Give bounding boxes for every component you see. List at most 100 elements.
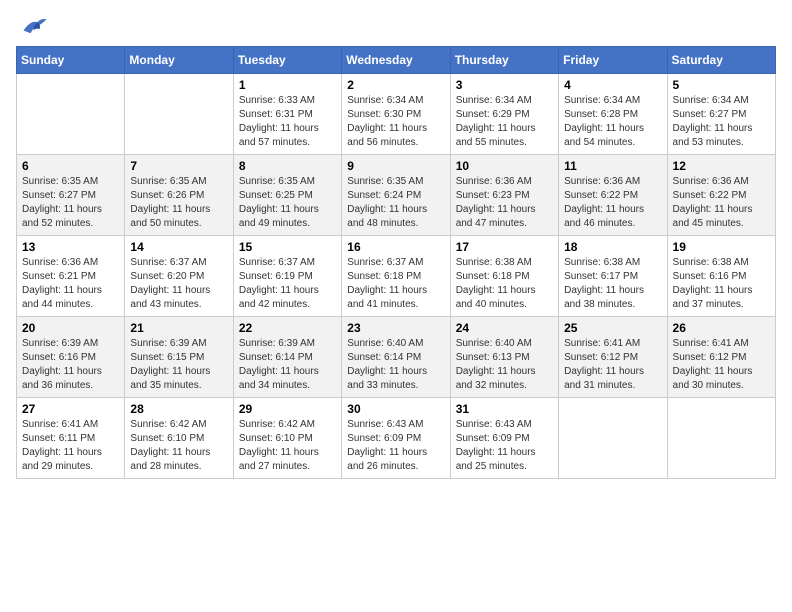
day-info: Sunrise: 6:35 AMSunset: 6:26 PMDaylight:… (130, 175, 227, 231)
day-info: Sunrise: 6:37 AMSunset: 6:20 PMDaylight:… (130, 256, 227, 312)
day-number: 28 (130, 402, 227, 416)
day-number: 5 (673, 78, 770, 92)
calendar-cell: 30 Sunrise: 6:43 AMSunset: 6:09 PMDayligh… (342, 398, 450, 479)
calendar-week-3: 13 Sunrise: 6:36 AMSunset: 6:21 PMDayligh… (17, 236, 776, 317)
day-info: Sunrise: 6:40 AMSunset: 6:13 PMDaylight:… (456, 337, 553, 393)
day-info: Sunrise: 6:42 AMSunset: 6:10 PMDaylight:… (239, 418, 336, 474)
calendar-cell: 10Sunrise: 6:36 AMSunset: 6:23 PMDayligh… (450, 155, 558, 236)
calendar-cell (559, 398, 667, 479)
day-number: 20 (22, 321, 119, 335)
day-info: Sunrise: 6:42 AMSunset: 6:10 PMDaylight:… (130, 418, 227, 474)
day-info: Sunrise: 6:35 AMSunset: 6:27 PMDaylight:… (22, 175, 119, 231)
day-info: Sunrise: 6:36 AMSunset: 6:21 PMDaylight:… (22, 256, 119, 312)
calendar-cell (17, 74, 125, 155)
day-number: 21 (130, 321, 227, 335)
day-number: 16 (347, 240, 444, 254)
calendar-week-2: 6 Sunrise: 6:35 AMSunset: 6:27 PMDaylight… (17, 155, 776, 236)
day-number: 4 (564, 78, 661, 92)
day-info: Sunrise: 6:34 AMSunset: 6:28 PMDaylight:… (564, 94, 661, 150)
calendar-cell: 17 Sunrise: 6:38 AMSunset: 6:18 PMDayligh… (450, 236, 558, 317)
day-number: 7 (130, 159, 227, 173)
calendar-cell: 4 Sunrise: 6:34 AMSunset: 6:28 PMDaylight… (559, 74, 667, 155)
day-number: 18 (564, 240, 661, 254)
calendar-cell: 26Sunrise: 6:41 AMSunset: 6:12 PMDayligh… (667, 317, 775, 398)
day-number: 8 (239, 159, 336, 173)
weekday-header-tuesday: Tuesday (233, 47, 341, 74)
day-info: Sunrise: 6:37 AMSunset: 6:19 PMDaylight:… (239, 256, 336, 312)
day-number: 9 (347, 159, 444, 173)
calendar-cell: 1Sunrise: 6:33 AMSunset: 6:31 PMDaylight… (233, 74, 341, 155)
day-info: Sunrise: 6:35 AMSunset: 6:24 PMDaylight:… (347, 175, 444, 231)
weekday-header-wednesday: Wednesday (342, 47, 450, 74)
day-info: Sunrise: 6:41 AMSunset: 6:11 PMDaylight:… (22, 418, 119, 474)
day-info: Sunrise: 6:43 AMSunset: 6:09 PMDaylight:… (456, 418, 553, 474)
day-info: Sunrise: 6:43 AMSunset: 6:09 PMDaylight:… (347, 418, 444, 474)
day-info: Sunrise: 6:39 AMSunset: 6:15 PMDaylight:… (130, 337, 227, 393)
day-info: Sunrise: 6:41 AMSunset: 6:12 PMDaylight:… (564, 337, 661, 393)
calendar-cell: 12 Sunrise: 6:36 AMSunset: 6:22 PMDayligh… (667, 155, 775, 236)
calendar-header: SundayMondayTuesdayWednesdayThursdayFrid… (17, 47, 776, 74)
day-number: 31 (456, 402, 553, 416)
calendar-cell: 6 Sunrise: 6:35 AMSunset: 6:27 PMDaylight… (17, 155, 125, 236)
calendar-cell: 20Sunrise: 6:39 AMSunset: 6:16 PMDayligh… (17, 317, 125, 398)
calendar-cell: 19 Sunrise: 6:38 AMSunset: 6:16 PMDayligh… (667, 236, 775, 317)
calendar-cell: 18 Sunrise: 6:38 AMSunset: 6:17 PMDayligh… (559, 236, 667, 317)
day-number: 3 (456, 78, 553, 92)
day-number: 29 (239, 402, 336, 416)
day-number: 2 (347, 78, 444, 92)
day-number: 13 (22, 240, 119, 254)
calendar-cell: 24 Sunrise: 6:40 AMSunset: 6:13 PMDayligh… (450, 317, 558, 398)
calendar-cell: 21 Sunrise: 6:39 AMSunset: 6:15 PMDayligh… (125, 317, 233, 398)
weekday-header-monday: Monday (125, 47, 233, 74)
calendar-cell: 11Sunrise: 6:36 AMSunset: 6:22 PMDayligh… (559, 155, 667, 236)
day-info: Sunrise: 6:38 AMSunset: 6:17 PMDaylight:… (564, 256, 661, 312)
calendar-cell: 9 Sunrise: 6:35 AMSunset: 6:24 PMDaylight… (342, 155, 450, 236)
page-header (16, 16, 776, 38)
day-number: 24 (456, 321, 553, 335)
day-info: Sunrise: 6:36 AMSunset: 6:22 PMDaylight:… (673, 175, 770, 231)
day-number: 22 (239, 321, 336, 335)
calendar-table: SundayMondayTuesdayWednesdayThursdayFrid… (16, 46, 776, 479)
calendar-cell: 8Sunrise: 6:35 AMSunset: 6:25 PMDaylight… (233, 155, 341, 236)
calendar-cell: 16 Sunrise: 6:37 AMSunset: 6:18 PMDayligh… (342, 236, 450, 317)
calendar-cell: 14 Sunrise: 6:37 AMSunset: 6:20 PMDayligh… (125, 236, 233, 317)
day-number: 17 (456, 240, 553, 254)
day-number: 6 (22, 159, 119, 173)
calendar-body: 1Sunrise: 6:33 AMSunset: 6:31 PMDaylight… (17, 74, 776, 479)
day-number: 12 (673, 159, 770, 173)
day-info: Sunrise: 6:34 AMSunset: 6:29 PMDaylight:… (456, 94, 553, 150)
day-info: Sunrise: 6:38 AMSunset: 6:16 PMDaylight:… (673, 256, 770, 312)
calendar-cell (125, 74, 233, 155)
day-number: 14 (130, 240, 227, 254)
calendar-cell: 25 Sunrise: 6:41 AMSunset: 6:12 PMDayligh… (559, 317, 667, 398)
day-number: 1 (239, 78, 336, 92)
weekday-row: SundayMondayTuesdayWednesdayThursdayFrid… (17, 47, 776, 74)
logo-bird-icon (20, 16, 48, 38)
calendar-cell: 31 Sunrise: 6:43 AMSunset: 6:09 PMDayligh… (450, 398, 558, 479)
calendar-cell: 22Sunrise: 6:39 AMSunset: 6:14 PMDayligh… (233, 317, 341, 398)
day-number: 11 (564, 159, 661, 173)
day-info: Sunrise: 6:41 AMSunset: 6:12 PMDaylight:… (673, 337, 770, 393)
day-info: Sunrise: 6:36 AMSunset: 6:23 PMDaylight:… (456, 175, 553, 231)
weekday-header-friday: Friday (559, 47, 667, 74)
day-number: 23 (347, 321, 444, 335)
calendar-cell: 29 Sunrise: 6:42 AMSunset: 6:10 PMDayligh… (233, 398, 341, 479)
calendar-cell: 2 Sunrise: 6:34 AMSunset: 6:30 PMDaylight… (342, 74, 450, 155)
day-info: Sunrise: 6:34 AMSunset: 6:30 PMDaylight:… (347, 94, 444, 150)
day-number: 25 (564, 321, 661, 335)
calendar-cell: 23 Sunrise: 6:40 AMSunset: 6:14 PMDayligh… (342, 317, 450, 398)
calendar-cell (667, 398, 775, 479)
weekday-header-thursday: Thursday (450, 47, 558, 74)
day-number: 15 (239, 240, 336, 254)
calendar-cell: 27Sunrise: 6:41 AMSunset: 6:11 PMDayligh… (17, 398, 125, 479)
day-info: Sunrise: 6:37 AMSunset: 6:18 PMDaylight:… (347, 256, 444, 312)
day-info: Sunrise: 6:34 AMSunset: 6:27 PMDaylight:… (673, 94, 770, 150)
day-info: Sunrise: 6:38 AMSunset: 6:18 PMDaylight:… (456, 256, 553, 312)
calendar-cell: 5 Sunrise: 6:34 AMSunset: 6:27 PMDaylight… (667, 74, 775, 155)
calendar-week-1: 1Sunrise: 6:33 AMSunset: 6:31 PMDaylight… (17, 74, 776, 155)
day-number: 19 (673, 240, 770, 254)
calendar-cell: 15 Sunrise: 6:37 AMSunset: 6:19 PMDayligh… (233, 236, 341, 317)
day-number: 30 (347, 402, 444, 416)
calendar-cell: 3 Sunrise: 6:34 AMSunset: 6:29 PMDaylight… (450, 74, 558, 155)
day-info: Sunrise: 6:40 AMSunset: 6:14 PMDaylight:… (347, 337, 444, 393)
